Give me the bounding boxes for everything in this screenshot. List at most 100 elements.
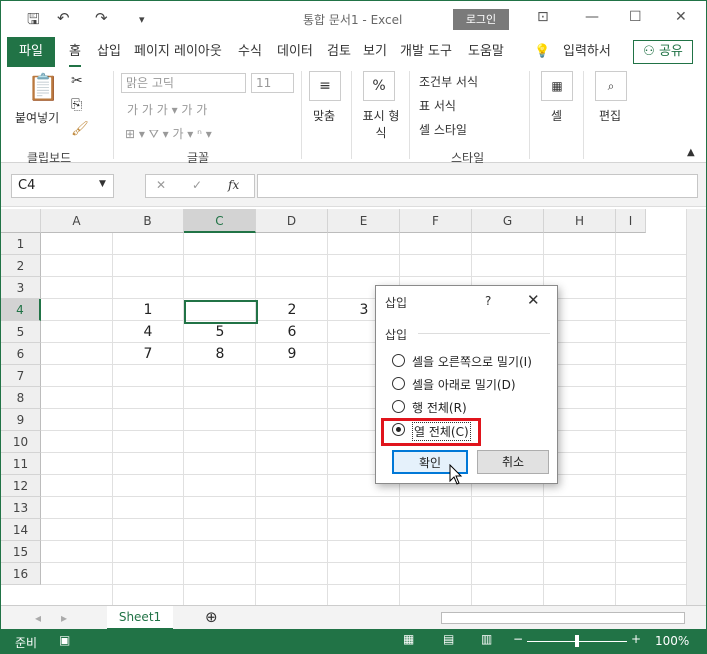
save-icon[interactable]: 🖫 (27, 9, 40, 34)
format-table-button[interactable]: 표 서식 (419, 97, 456, 114)
tab-developer[interactable]: 개발 도구 (400, 37, 452, 67)
column-header[interactable]: B (112, 209, 184, 233)
row-header[interactable]: 6 (1, 343, 41, 365)
row-header[interactable]: 16 (1, 563, 41, 585)
zoom-level[interactable]: 100% (655, 634, 689, 648)
macro-record-icon[interactable]: ▣ (59, 633, 70, 647)
column-header[interactable]: A (41, 209, 113, 233)
cell-D5[interactable]: 6 (256, 321, 328, 343)
row-header[interactable]: 5 (1, 321, 41, 343)
vertical-scrollbar[interactable] (686, 209, 706, 605)
cell-styles-button[interactable]: 셀 스타일 (419, 121, 467, 138)
cells-button[interactable]: 셀 (551, 107, 562, 124)
radio-entire-row[interactable] (392, 400, 405, 413)
tab-data[interactable]: 데이터 (277, 37, 313, 67)
row-header[interactable]: 1 (1, 233, 41, 255)
spreadsheet-grid[interactable]: A B C D E F G H I 1 2 3 4 5 6 7 8 9 10 11 12 13 14 15 16 1 2 3 4 5 6 7 8… (1, 209, 688, 605)
cell-C5[interactable]: 5 (184, 321, 256, 343)
add-sheet-icon[interactable]: ⊕ (205, 608, 218, 626)
row-header[interactable]: 10 (1, 431, 41, 453)
normal-view-icon[interactable]: ▦ (403, 632, 414, 646)
conditional-format-button[interactable]: 조건부 서식 (419, 73, 478, 90)
active-cell[interactable] (184, 300, 258, 324)
cell-B5[interactable]: 4 (112, 321, 184, 343)
row-header[interactable]: 12 (1, 475, 41, 497)
ribbon-display-icon[interactable]: ⊡ (537, 9, 549, 25)
tab-help[interactable]: 도움말 (468, 37, 504, 67)
maximize-icon[interactable]: ☐ (629, 9, 642, 25)
column-header[interactable]: C (184, 209, 256, 233)
copy-icon[interactable]: ⎘ (71, 97, 82, 113)
help-icon[interactable]: ? (485, 294, 491, 308)
column-header[interactable]: D (256, 209, 328, 233)
border-fill-buttons[interactable]: ⊞ ▾ ⛛ ▾ 가 ▾ ⁿ ▾ (125, 125, 212, 142)
dialog-close-icon[interactable]: ✕ (527, 291, 540, 309)
percent-icon[interactable]: % (363, 71, 395, 101)
cell-B6[interactable]: 7 (112, 343, 184, 365)
cells-icon[interactable]: ▦ (541, 71, 573, 101)
alignment-button[interactable]: 맞춤 (313, 107, 335, 124)
radio-shift-right[interactable] (392, 354, 405, 367)
zoom-out-icon[interactable]: − (513, 632, 523, 646)
row-header[interactable]: 7 (1, 365, 41, 387)
tab-home[interactable]: 홈 (69, 37, 81, 67)
font-name-select[interactable]: 맑은 고딕 (121, 73, 246, 93)
search-icon[interactable]: ⌕ (595, 71, 627, 101)
font-size-select[interactable]: 11 (251, 73, 294, 93)
next-sheet-icon[interactable]: ▸ (61, 611, 67, 625)
minimize-icon[interactable]: — (585, 9, 599, 25)
column-header[interactable]: H (544, 209, 616, 233)
horizontal-scrollbar[interactable] (441, 612, 685, 624)
customize-qat-icon[interactable]: ▾ (139, 13, 145, 26)
zoom-in-icon[interactable]: + (631, 632, 641, 646)
sheet-tab[interactable]: Sheet1 (107, 606, 173, 630)
tab-insert[interactable]: 삽입 (97, 37, 121, 67)
zoom-slider-thumb[interactable] (575, 635, 579, 647)
cell-B4[interactable]: 1 (112, 299, 184, 321)
font-buttons[interactable]: 가 가 가 ▾ 가 가 (127, 101, 207, 118)
tab-view[interactable]: 보기 (363, 37, 387, 67)
insert-function-icon[interactable]: fx (228, 178, 239, 192)
row-header[interactable]: 15 (1, 541, 41, 563)
row-header[interactable]: 9 (1, 409, 41, 431)
cell-D4[interactable]: 2 (256, 299, 328, 321)
row-header[interactable]: 11 (1, 453, 41, 475)
prev-sheet-icon[interactable]: ◂ (35, 611, 41, 625)
collapse-ribbon-icon[interactable]: ▲ (687, 147, 695, 158)
tab-page-layout[interactable]: 페이지 레이아웃 (134, 37, 222, 67)
editing-button[interactable]: 편집 (599, 107, 621, 124)
tab-formulas[interactable]: 수식 (238, 37, 262, 67)
page-break-view-icon[interactable]: ▥ (481, 632, 492, 646)
tab-file[interactable]: 파일 (7, 37, 55, 67)
paste-button[interactable]: 붙여넣기 (15, 109, 59, 126)
column-header[interactable]: E (328, 209, 400, 233)
login-button[interactable]: 로그인 (453, 9, 509, 30)
undo-icon[interactable]: ↶ (57, 9, 70, 27)
column-header[interactable]: I (616, 209, 646, 233)
option-shift-right[interactable]: 셀을 오른쪽으로 밀기(I) (412, 353, 532, 370)
page-layout-view-icon[interactable]: ▤ (443, 632, 454, 646)
enter-icon[interactable]: ✓ (192, 178, 202, 192)
row-header[interactable]: 3 (1, 277, 41, 299)
option-entire-row[interactable]: 행 전체(R) (412, 399, 467, 416)
column-header[interactable]: F (400, 209, 472, 233)
cut-icon[interactable]: ✂ (71, 73, 83, 89)
row-header[interactable]: 14 (1, 519, 41, 541)
row-header[interactable]: 4 (1, 299, 41, 321)
row-header[interactable]: 2 (1, 255, 41, 277)
share-button[interactable]: ⚇ 공유 (633, 40, 693, 64)
cancel-icon[interactable]: ✕ (156, 178, 166, 192)
alignment-icon[interactable]: ≡ (309, 71, 341, 101)
cell-C6[interactable]: 8 (184, 343, 256, 365)
paste-icon[interactable]: 📋 (27, 73, 59, 103)
row-header[interactable]: 8 (1, 387, 41, 409)
close-icon[interactable]: ✕ (675, 9, 687, 25)
radio-shift-down[interactable] (392, 377, 405, 390)
cell-D6[interactable]: 9 (256, 343, 328, 365)
cancel-button[interactable]: 취소 (477, 450, 549, 474)
formula-input[interactable] (257, 174, 698, 198)
redo-icon[interactable]: ↷ (95, 9, 108, 27)
option-shift-down[interactable]: 셀을 아래로 밀기(D) (412, 376, 516, 393)
format-painter-icon[interactable]: 🖌 (71, 121, 89, 137)
select-all-corner[interactable] (1, 209, 41, 233)
